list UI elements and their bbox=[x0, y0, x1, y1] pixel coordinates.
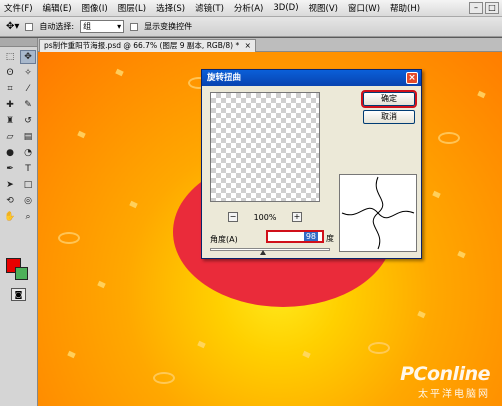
confetti bbox=[457, 250, 466, 259]
options-bar: ✥▾ 自动选择: 组 显示变换控件 bbox=[0, 17, 502, 37]
confetti bbox=[302, 350, 311, 359]
ribbon-ring bbox=[153, 372, 175, 384]
angle-slider-thumb[interactable] bbox=[260, 250, 266, 255]
menu-image[interactable]: 图像(I) bbox=[82, 2, 108, 14]
tools-grip[interactable] bbox=[0, 38, 37, 47]
ribbon-ring bbox=[368, 342, 390, 354]
twirl-dialog: 旋转扭曲 × − 100% + 确定 取消 角度(A) 98 度 bbox=[201, 69, 422, 259]
type-icon[interactable]: T bbox=[20, 162, 36, 176]
dialog-titlebar[interactable]: 旋转扭曲 × bbox=[202, 70, 421, 86]
zoom-in-button[interactable]: + bbox=[292, 212, 302, 222]
brush-icon[interactable]: ✎ bbox=[20, 98, 36, 112]
healing-icon[interactable]: ✚ bbox=[2, 98, 18, 112]
angle-label: 角度(A) bbox=[210, 235, 238, 244]
confetti bbox=[129, 200, 138, 209]
filter-preview[interactable] bbox=[210, 92, 320, 202]
menu-edit[interactable]: 编辑(E) bbox=[43, 2, 72, 14]
blur-icon[interactable]: ● bbox=[2, 146, 18, 160]
angle-input[interactable]: 98 bbox=[266, 230, 324, 243]
move-icon[interactable]: ✥ bbox=[20, 50, 36, 64]
watermark-brand: PConline bbox=[400, 363, 490, 385]
gradient-icon[interactable]: ▤ bbox=[20, 130, 36, 144]
quick-mask-icon[interactable]: ◙ bbox=[11, 288, 26, 301]
confetti bbox=[97, 280, 106, 289]
twirl-graph bbox=[339, 174, 417, 252]
document-tab-bar: ps制作重阳节海报.psd @ 66.7% (图层 9 副本, RGB/8) *… bbox=[38, 38, 502, 52]
show-transform-checkbox[interactable] bbox=[130, 22, 139, 31]
menu-3d[interactable]: 3D(D) bbox=[273, 3, 298, 13]
angle-unit: 度 bbox=[326, 234, 334, 243]
window-controls: – □ bbox=[469, 2, 499, 14]
zoom-icon[interactable]: ⌕ bbox=[20, 210, 36, 224]
confetti bbox=[197, 340, 206, 349]
watermark-tagline: 太平洋电脑网 bbox=[418, 389, 490, 400]
angle-slider-track[interactable] bbox=[210, 248, 330, 251]
ok-button[interactable]: 确定 bbox=[361, 90, 417, 108]
document-tab[interactable]: ps制作重阳节海报.psd @ 66.7% (图层 9 副本, RGB/8) *… bbox=[39, 39, 256, 52]
close-tab-icon[interactable]: × bbox=[245, 41, 251, 50]
auto-select-checkbox[interactable] bbox=[25, 22, 34, 31]
auto-select-dropdown[interactable]: 组 bbox=[80, 20, 125, 33]
3d-camera-icon[interactable]: ◎ bbox=[20, 194, 36, 208]
path-select-icon[interactable]: ➤ bbox=[2, 178, 18, 192]
dialog-title: 旋转扭曲 bbox=[207, 73, 242, 83]
dodge-icon[interactable]: ◔ bbox=[20, 146, 36, 160]
eyedropper-icon[interactable]: ⁄ bbox=[20, 82, 36, 96]
shape-icon[interactable]: □ bbox=[20, 178, 36, 192]
move-tool-icon[interactable]: ✥▾ bbox=[6, 21, 19, 32]
pconline-watermark: PConline 太平洋电脑网 bbox=[400, 363, 490, 400]
magic-wand-icon[interactable]: ✧ bbox=[20, 66, 36, 80]
zoom-controls: − 100% + bbox=[210, 212, 320, 222]
minimize-icon[interactable]: – bbox=[469, 2, 483, 14]
crop-icon[interactable]: ⌗ bbox=[2, 82, 18, 96]
menu-file[interactable]: 文件(F) bbox=[4, 2, 33, 14]
cancel-button[interactable]: 取消 bbox=[363, 110, 415, 124]
confetti bbox=[477, 90, 486, 99]
show-transform-label: 显示变换控件 bbox=[144, 22, 193, 31]
menu-view[interactable]: 视图(V) bbox=[309, 2, 338, 14]
confetti bbox=[417, 310, 426, 319]
confetti bbox=[115, 68, 124, 77]
ribbon-ring bbox=[58, 232, 80, 244]
history-brush-icon[interactable]: ↺ bbox=[20, 114, 36, 128]
menu-bar: 文件(F) 编辑(E) 图像(I) 图层(L) 选择(S) 滤镜(T) 分析(A… bbox=[0, 0, 502, 17]
zoom-out-button[interactable]: − bbox=[228, 212, 238, 222]
eraser-icon[interactable]: ▱ bbox=[2, 130, 18, 144]
document-title: ps制作重阳节海报.psd @ 66.7% (图层 9 副本, RGB/8) * bbox=[44, 41, 240, 50]
menu-help[interactable]: 帮助(H) bbox=[390, 2, 420, 14]
twirl-curve-icon bbox=[341, 176, 415, 250]
ribbon-ring bbox=[438, 132, 460, 144]
angle-value: 98 bbox=[303, 232, 318, 241]
hand-icon[interactable]: ✋ bbox=[2, 210, 18, 224]
menu-layer[interactable]: 图层(L) bbox=[118, 2, 146, 14]
confetti bbox=[67, 350, 76, 359]
menu-analysis[interactable]: 分析(A) bbox=[234, 2, 263, 14]
menu-window[interactable]: 窗口(W) bbox=[348, 2, 380, 14]
background-color-swatch[interactable] bbox=[15, 267, 28, 280]
maximize-icon[interactable]: □ bbox=[485, 2, 499, 14]
dialog-close-icon[interactable]: × bbox=[406, 72, 418, 84]
pen-icon[interactable]: ✒ bbox=[2, 162, 18, 176]
3d-rotate-icon[interactable]: ⟲ bbox=[2, 194, 18, 208]
menu-select[interactable]: 选择(S) bbox=[156, 2, 185, 14]
menu-filter[interactable]: 滤镜(T) bbox=[195, 2, 224, 14]
lasso-icon[interactable]: ʘ bbox=[2, 66, 18, 80]
confetti bbox=[432, 190, 441, 199]
confetti bbox=[77, 130, 86, 139]
tools-panel: ⬚ ✥ ʘ ✧ ⌗ ⁄ ✚ ✎ ♜ ↺ ▱ ▤ ● ◔ ✒ T ➤ □ ⟲ ◎ … bbox=[0, 38, 38, 406]
zoom-value: 100% bbox=[253, 212, 277, 222]
auto-select-label: 自动选择: bbox=[39, 22, 75, 31]
stamp-icon[interactable]: ♜ bbox=[2, 114, 18, 128]
marquee-icon[interactable]: ⬚ bbox=[2, 50, 18, 64]
